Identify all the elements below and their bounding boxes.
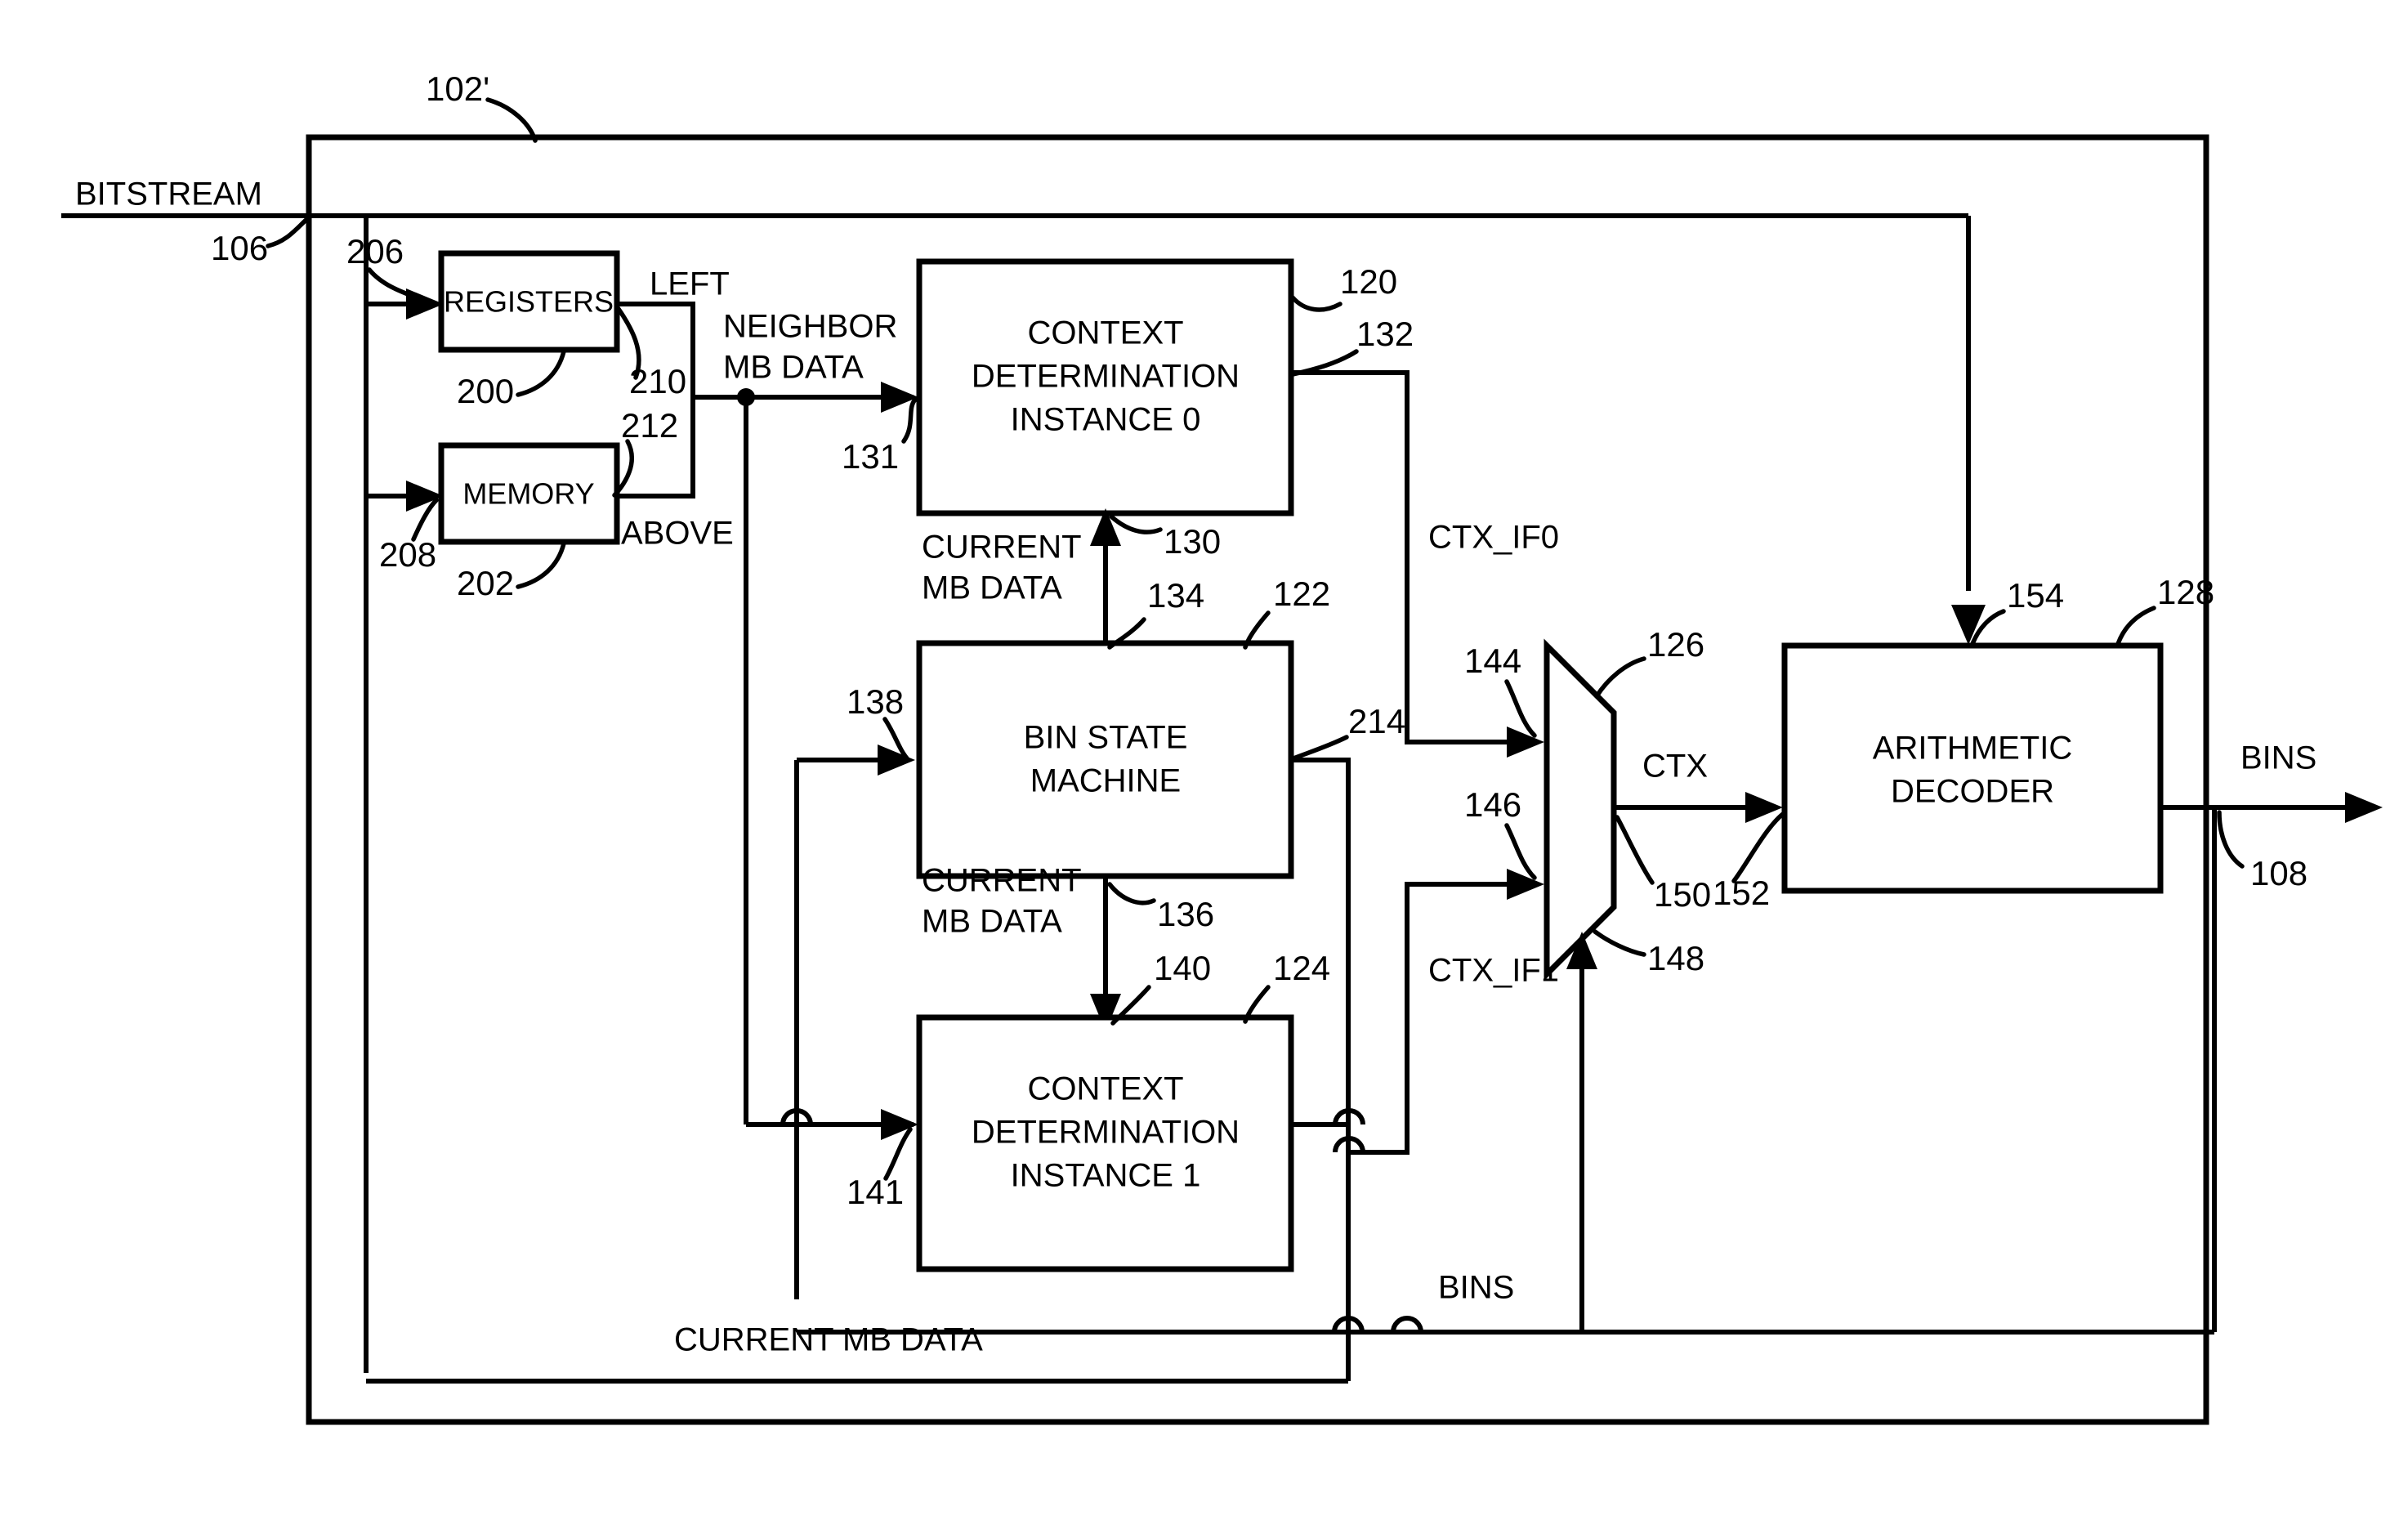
ref-ctx1-left-input: 141 [847,1173,904,1211]
registers-label: REGISTERS [444,285,614,319]
ref-registers-left-out: 210 [629,362,686,400]
ref-ctx1-top-input: 140 [1154,949,1211,987]
ref-bins-out: 108 [2250,854,2307,892]
ref-bsm-right-out: 214 [1348,702,1405,740]
bin-state-machine-label-line2: MACHINE [1030,763,1181,799]
arithmetic-decoder-block [1781,642,2164,894]
bins-output-label: BINS [2240,740,2316,776]
leader-bitstream-in [266,215,311,248]
memory-label: MEMORY [462,477,594,511]
bins-internal-label: BINS [1438,1270,1514,1306]
ref-ctx0-output: 132 [1356,315,1414,353]
ref-decoder-bitstream-input: 154 [2007,576,2064,615]
ref-bitstream-to-memory: 208 [379,535,436,574]
ref-bsm-top-output: 134 [1147,576,1204,615]
current-mb-data-top-label-line1: CURRENT [922,530,1082,566]
leader-bins-out [2217,810,2245,869]
context0-label-line1: CONTEXT [1027,315,1183,351]
above-label: ABOVE [621,516,734,552]
current-mb-data-top-label-line2: MB DATA [922,570,1062,606]
patent-figure: REGISTERS MEMORY LEFT ABOVE NEIGHBOR MB … [0,0,2408,1538]
current-mb-data-bottom-label: CURRENT MB DATA [674,1322,983,1358]
arithmetic-decoder-label-line2: DECODER [1891,774,2054,810]
bin-state-machine-label-line1: BIN STATE [1024,720,1188,756]
ctx-if0-label: CTX_IF0 [1428,520,1559,556]
ref-mux-select: 148 [1647,939,1704,977]
ref-mux-input-1: 146 [1464,785,1521,824]
ref-mux-output: 150 [1654,875,1711,914]
context1-label-line2: DETERMINATION [972,1115,1240,1151]
context1-label-line1: CONTEXT [1027,1071,1183,1107]
context0-label-line2: DETERMINATION [972,359,1240,395]
ref-registers-block: 200 [457,372,514,410]
ref-mux-input-0: 144 [1464,642,1521,680]
ref-bitstream-to-registers: 206 [346,232,404,270]
ref-bsm-bottom-output: 136 [1157,895,1214,933]
bin-state-machine-block [916,640,1294,879]
ref-decoder-box: 128 [2157,573,2214,611]
bitstream-label: BITSTREAM [75,177,262,212]
ref-bitstream-in: 106 [211,229,268,267]
ref-memory-above-out: 212 [621,406,678,445]
ref-memory-block: 202 [457,564,514,602]
context1-label-line3: INSTANCE 1 [1011,1158,1201,1194]
ref-ctx1-box: 124 [1273,949,1330,987]
ref-outer-box: 102' [426,69,489,108]
context0-label-line3: INSTANCE 0 [1011,402,1201,438]
neighbor-mb-data-label-line2: MB DATA [723,350,864,386]
ref-context0-box: 120 [1340,262,1397,301]
neighbor-mb-data-label-line1: NEIGHBOR [723,309,897,345]
ref-decoder-ctx-input: 152 [1713,874,1770,912]
current-mb-data-mid-label-line1: CURRENT [922,863,1082,899]
left-label: LEFT [650,266,730,302]
ref-current-mb-into-ctx0: 130 [1164,522,1221,561]
block-diagram-canvas: REGISTERS MEMORY LEFT ABOVE NEIGHBOR MB … [61,69,2383,1425]
ref-neighbor-into-ctx0: 131 [842,437,899,476]
ref-bsm-box: 122 [1273,575,1330,613]
ref-bsm-left-input: 138 [847,682,904,721]
bins-output-arrowhead [2345,792,2383,823]
current-mb-data-mid-label-line2: MB DATA [922,904,1062,940]
ctx-label: CTX [1642,749,1708,785]
ctx-if1-label: CTX_IF1 [1428,953,1559,989]
ref-mux-box: 126 [1647,625,1704,664]
arithmetic-decoder-label-line1: ARITHMETIC [1873,731,2072,767]
